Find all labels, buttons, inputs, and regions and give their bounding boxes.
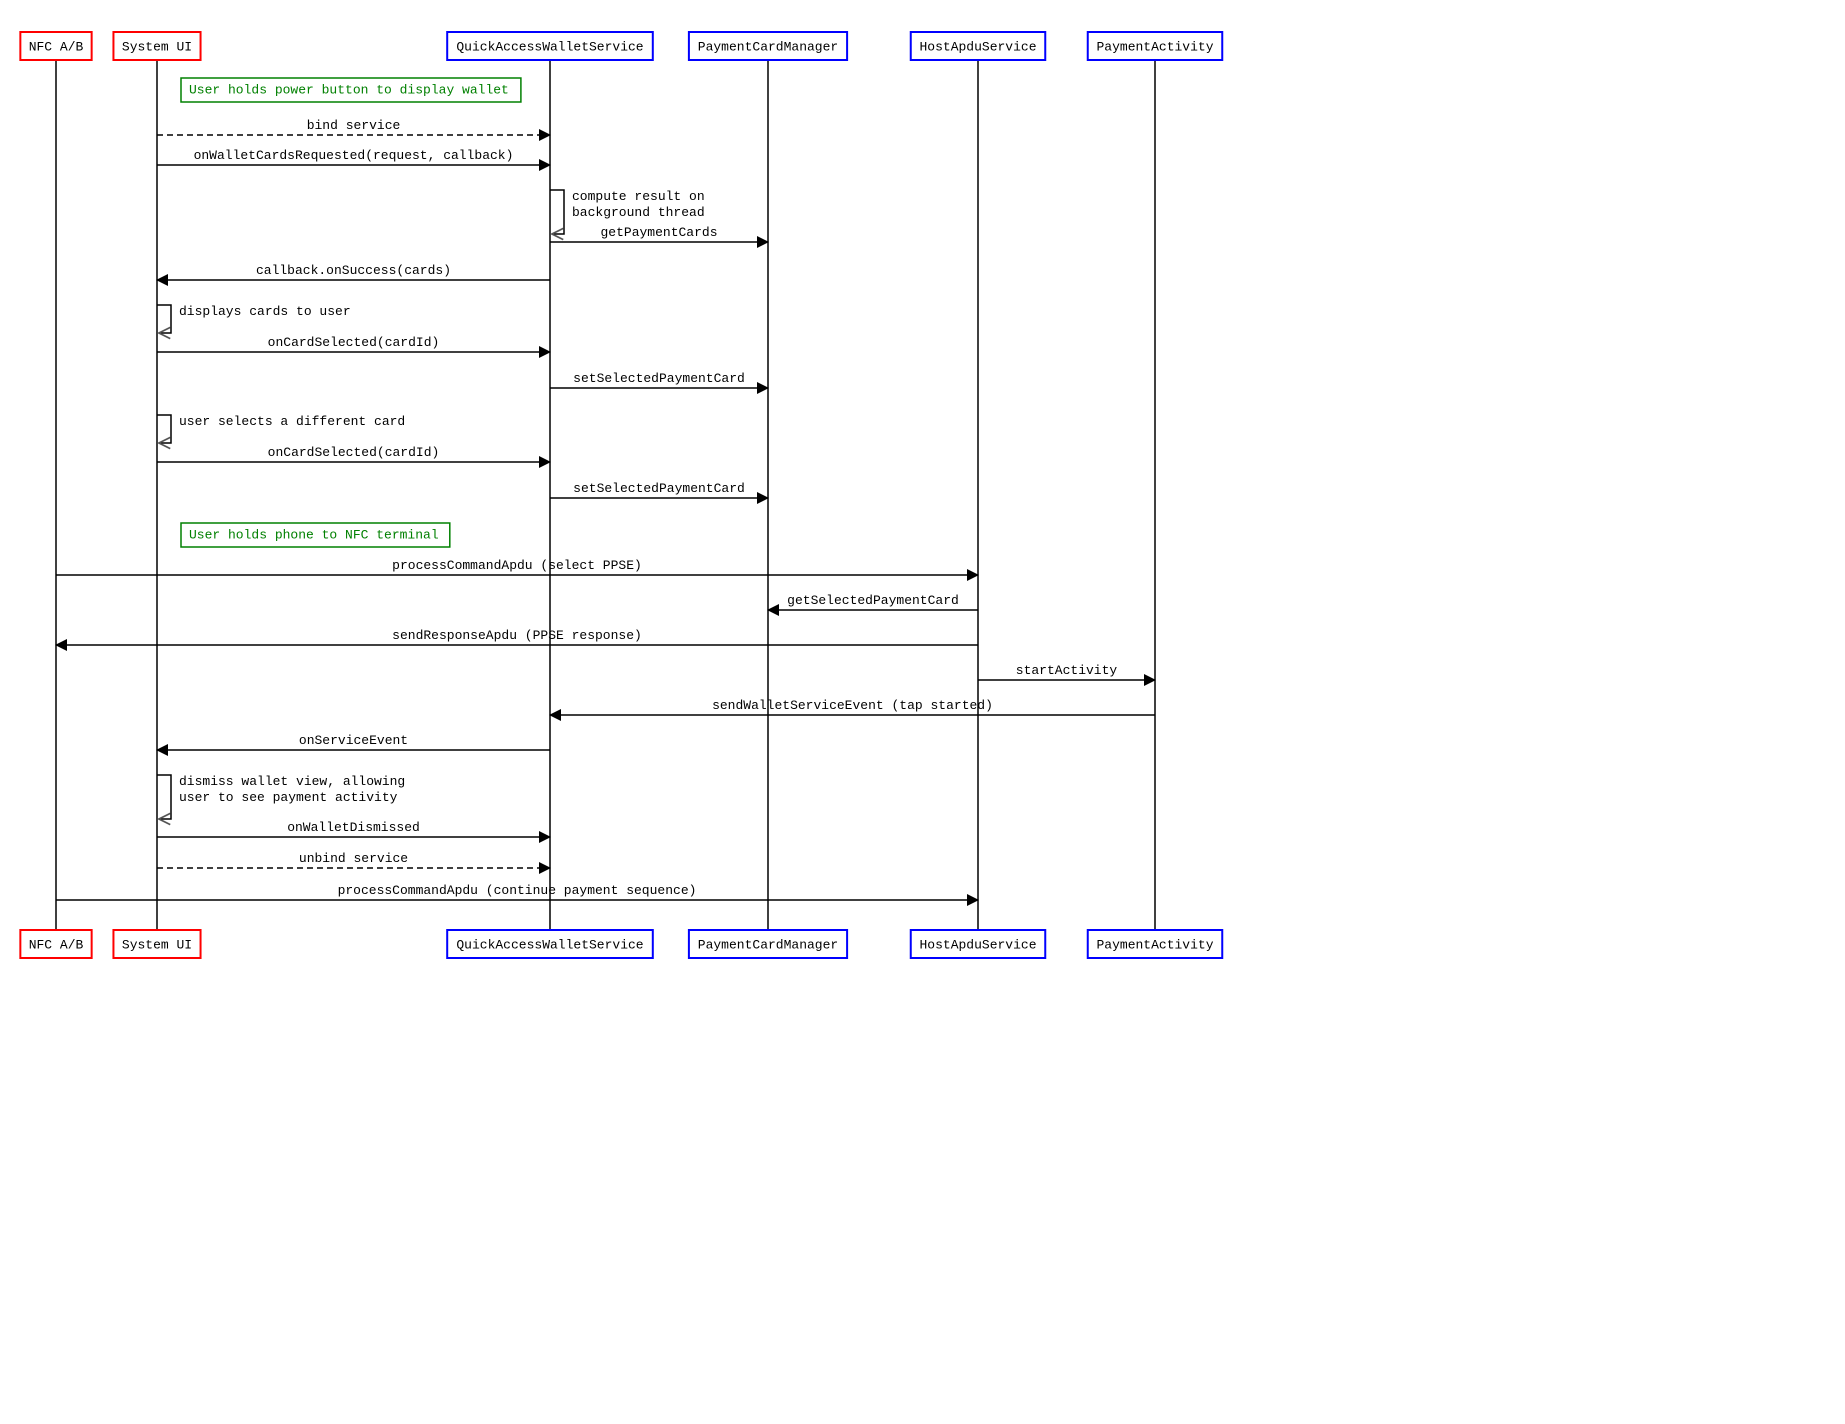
message-label: setSelectedPaymentCard [573,371,745,386]
message-label: unbind service [299,851,408,866]
message-label: sendWalletServiceEvent (tap started) [712,698,993,713]
message-label: onCardSelected(cardId) [268,335,440,350]
participant-label-has: HostApduService [919,937,1036,952]
participant-label-qaws: QuickAccessWalletService [456,39,643,54]
self-message-text: displays cards to user [179,304,351,319]
participant-label-nfc: NFC A/B [29,39,84,54]
note-text: User holds phone to NFC terminal [189,527,439,542]
message-label: getPaymentCards [600,225,717,240]
participant-label-nfc: NFC A/B [29,937,84,952]
message-label: processCommandApdu (continue payment seq… [338,883,697,898]
message-label: sendResponseApdu (PPSE response) [392,628,642,643]
message-label: bind service [307,118,401,133]
self-message-arrow [157,305,171,333]
message-label: processCommandApdu (select PPSE) [392,558,642,573]
self-message-arrow [157,775,171,819]
message-label: startActivity [1016,663,1118,678]
self-message-arrow [157,415,171,443]
participant-label-qaws: QuickAccessWalletService [456,937,643,952]
message-label: callback.onSuccess(cards) [256,263,451,278]
note-text: User holds power button to display walle… [189,82,509,97]
message-label: onWalletCardsRequested(request, callback… [194,148,514,163]
message-label: onWalletDismissed [287,820,420,835]
sequence-diagram: NFC A/B System UI QuickAccessWalletService… [10,10,1246,962]
self-message-text: user to see payment activity [179,790,398,805]
message-label: setSelectedPaymentCard [573,481,745,496]
self-message-text: dismiss wallet view, allowing [179,774,405,789]
message-label: onCardSelected(cardId) [268,445,440,460]
participant-label-has: HostApduService [919,39,1036,54]
participant-label-pa: PaymentActivity [1096,937,1213,952]
message-label: getSelectedPaymentCard [787,593,959,608]
self-message-text: compute result on [572,189,705,204]
participant-label-pcm: PaymentCardManager [698,937,838,952]
message-label: onServiceEvent [299,733,408,748]
self-message-text: user selects a different card [179,414,405,429]
participant-label-sysui: System UI [122,39,192,54]
self-message-text: background thread [572,205,705,220]
participant-label-pcm: PaymentCardManager [698,39,838,54]
participant-label-sysui: System UI [122,937,192,952]
self-message-arrow [550,190,564,234]
participant-label-pa: PaymentActivity [1096,39,1213,54]
